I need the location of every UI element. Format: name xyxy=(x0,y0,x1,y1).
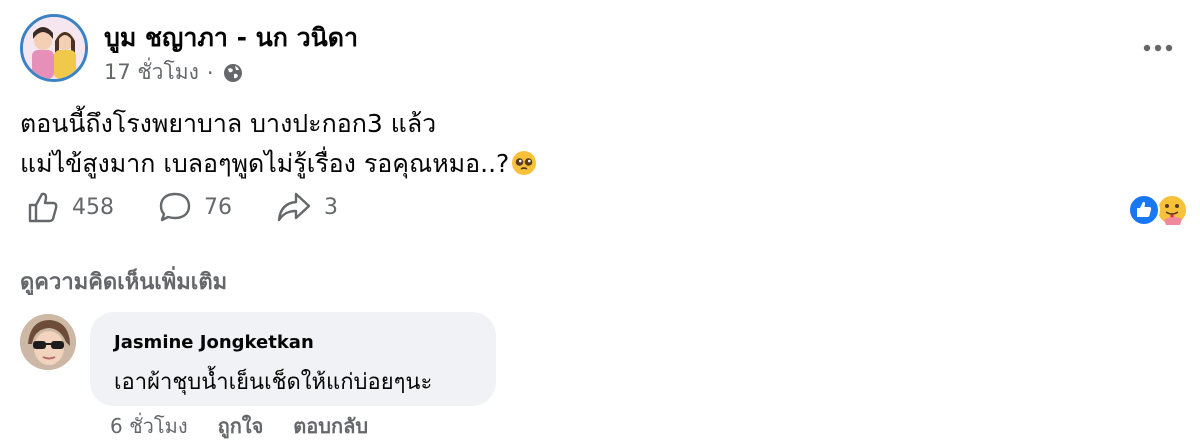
comment-timestamp[interactable]: 6 ชั่วโมง xyxy=(110,410,188,442)
meta-separator: · xyxy=(206,60,214,85)
more-dots-icon xyxy=(1143,44,1173,52)
post-text-line: ตอนนี้ถึงโรงพยาบาล บางปะกอก3 แล้ว xyxy=(20,109,437,138)
pleading-face-emoji xyxy=(511,148,537,188)
thumbs-up-icon xyxy=(28,192,58,223)
post-timestamp[interactable]: 17 ชั่วโมง xyxy=(104,56,199,89)
comment-reply-button[interactable]: ตอบกลับ xyxy=(293,410,368,442)
post-body: ตอนนี้ถึงโรงพยาบาล บางปะกอก3 แล้ว แม่ไข้… xyxy=(20,104,537,188)
author-name[interactable]: บูม ชญาภา - นก วนิดา xyxy=(104,18,358,58)
reactions-summary[interactable] xyxy=(1126,192,1192,228)
like-reaction-icon xyxy=(1128,194,1160,226)
comment-text: เอาผ้าชุบน้ำเย็นเช็ดให้แก่บ่อยๆนะ xyxy=(114,370,433,395)
shares-count: 3 xyxy=(324,194,338,220)
globe-icon xyxy=(222,62,244,84)
post-text-line-2: แม่ไข้สูงมาก เบลอๆพูดไม่รู้เรื่อง รอคุณห… xyxy=(20,144,537,188)
more-options-button[interactable] xyxy=(1140,34,1176,62)
share-button[interactable]: 3 xyxy=(276,190,338,224)
author-avatar[interactable] xyxy=(20,14,88,82)
comment-bubble: Jasmine Jongketkan เอาผ้าชุบน้ำเย็นเช็ดใ… xyxy=(90,312,496,406)
post-text-line: แม่ไข้สูงมาก เบลอๆพูดไม่รู้เรื่อง รอคุณห… xyxy=(20,149,510,178)
post-actions: 458 76 3 xyxy=(26,190,382,224)
comment-button[interactable]: 76 xyxy=(158,190,232,224)
comments-count: 76 xyxy=(204,194,232,220)
likes-count: 458 xyxy=(72,194,114,220)
commenter-avatar[interactable] xyxy=(20,314,76,370)
comment-like-button[interactable]: ถูกใจ xyxy=(218,410,264,442)
comment-author-name[interactable]: Jasmine Jongketkan xyxy=(114,332,314,353)
comment-actions: 6 ชั่วโมง ถูกใจ ตอบกลับ xyxy=(110,410,368,442)
facebook-post: บูม ชญาภา - นก วนิดา 17 ชั่วโมง · ตอนนี้… xyxy=(0,0,1200,448)
post-meta: 17 ชั่วโมง · xyxy=(104,56,244,89)
like-button[interactable]: 458 xyxy=(26,190,114,224)
view-more-comments-link[interactable]: ดูความคิดเห็นเพิ่มเติม xyxy=(20,264,227,299)
comment-bubble-icon xyxy=(159,192,191,222)
care-reaction-icon xyxy=(1156,194,1188,226)
share-arrow-icon xyxy=(277,192,311,222)
